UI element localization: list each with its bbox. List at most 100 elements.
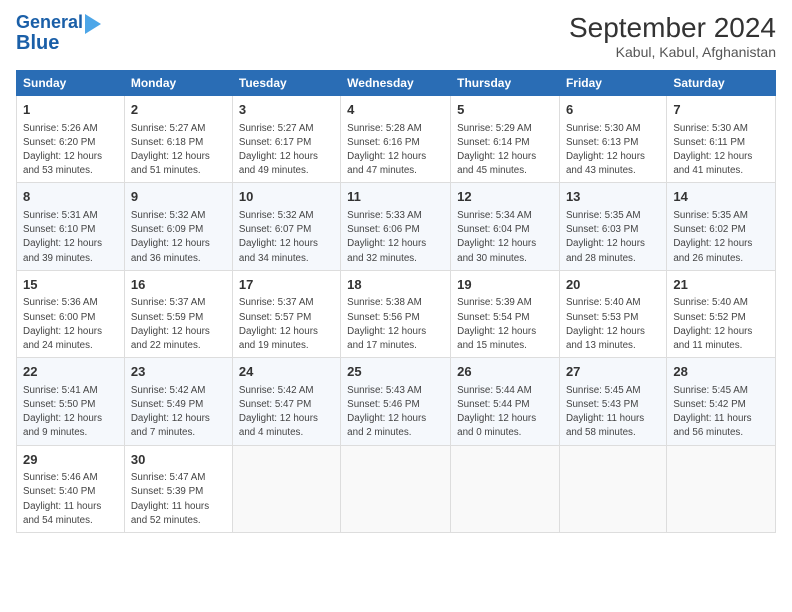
calendar-title: September 2024 [569, 12, 776, 44]
week-row-3: 15 Sunrise: 5:36 AMSunset: 6:00 PMDayligh… [17, 270, 776, 357]
day-number: 9 [131, 188, 226, 206]
day-number: 30 [131, 451, 226, 469]
day-number: 10 [239, 188, 334, 206]
day-number: 15 [23, 276, 118, 294]
day-cell [232, 445, 340, 532]
day-number: 4 [347, 101, 444, 119]
day-cell: 17 Sunrise: 5:37 AMSunset: 5:57 PMDayligh… [232, 270, 340, 357]
weekday-wednesday: Wednesday [341, 71, 451, 96]
day-info: Sunrise: 5:43 AMSunset: 5:46 PMDaylight:… [347, 385, 426, 439]
day-info: Sunrise: 5:40 AMSunset: 5:53 PMDaylight:… [566, 297, 645, 351]
day-number: 27 [566, 363, 660, 381]
day-number: 7 [673, 101, 769, 119]
day-cell: 19 Sunrise: 5:39 AMSunset: 5:54 PMDayligh… [451, 270, 560, 357]
weekday-sunday: Sunday [17, 71, 125, 96]
day-info: Sunrise: 5:37 AMSunset: 5:57 PMDaylight:… [239, 297, 318, 351]
day-cell: 2Sunrise: 5:27 AMSunset: 6:18 PMDaylight… [124, 96, 232, 183]
week-row-4: 22 Sunrise: 5:41 AMSunset: 5:50 PMDayligh… [17, 358, 776, 445]
day-number: 18 [347, 276, 444, 294]
day-info: Sunrise: 5:37 AMSunset: 5:59 PMDaylight:… [131, 297, 210, 351]
day-number: 17 [239, 276, 334, 294]
day-info: Sunrise: 5:42 AMSunset: 5:49 PMDaylight:… [131, 385, 210, 439]
calendar-table: SundayMondayTuesdayWednesdayThursdayFrid… [16, 70, 776, 533]
day-number: 5 [457, 101, 553, 119]
day-info: Sunrise: 5:33 AMSunset: 6:06 PMDaylight:… [347, 210, 426, 264]
day-number: 28 [673, 363, 769, 381]
day-info: Sunrise: 5:38 AMSunset: 5:56 PMDaylight:… [347, 297, 426, 351]
day-cell: 6 Sunrise: 5:30 AMSunset: 6:13 PMDaylight… [559, 96, 666, 183]
week-row-2: 8Sunrise: 5:31 AMSunset: 6:10 PMDaylight… [17, 183, 776, 270]
day-number: 26 [457, 363, 553, 381]
weekday-header-row: SundayMondayTuesdayWednesdayThursdayFrid… [17, 71, 776, 96]
day-info: Sunrise: 5:41 AMSunset: 5:50 PMDaylight:… [23, 385, 102, 439]
day-info: Sunrise: 5:29 AMSunset: 6:14 PMDaylight:… [457, 123, 536, 177]
day-cell: 14Sunrise: 5:35 AMSunset: 6:02 PMDayligh… [667, 183, 776, 270]
day-info: Sunrise: 5:36 AMSunset: 6:00 PMDaylight:… [23, 297, 102, 351]
day-number: 22 [23, 363, 118, 381]
day-cell: 26 Sunrise: 5:44 AMSunset: 5:44 PMDayligh… [451, 358, 560, 445]
week-row-1: 1 Sunrise: 5:26 AMSunset: 6:20 PMDaylight… [17, 96, 776, 183]
day-cell [451, 445, 560, 532]
day-info: Sunrise: 5:45 AMSunset: 5:43 PMDaylight:… [566, 385, 644, 439]
day-cell [667, 445, 776, 532]
week-row-5: 29Sunrise: 5:46 AMSunset: 5:40 PMDayligh… [17, 445, 776, 532]
day-number: 13 [566, 188, 660, 206]
day-number: 12 [457, 188, 553, 206]
day-info: Sunrise: 5:44 AMSunset: 5:44 PMDaylight:… [457, 385, 536, 439]
weekday-monday: Monday [124, 71, 232, 96]
day-number: 23 [131, 363, 226, 381]
day-cell: 3Sunrise: 5:27 AMSunset: 6:17 PMDaylight… [232, 96, 340, 183]
day-cell: 24 Sunrise: 5:42 AMSunset: 5:47 PMDayligh… [232, 358, 340, 445]
day-cell: 30Sunrise: 5:47 AMSunset: 5:39 PMDayligh… [124, 445, 232, 532]
header: General Blue September 2024 Kabul, Kabul… [16, 12, 776, 60]
day-cell: 12 Sunrise: 5:34 AMSunset: 6:04 PMDayligh… [451, 183, 560, 270]
day-cell: 4 Sunrise: 5:28 AMSunset: 6:16 PMDaylight… [341, 96, 451, 183]
day-info: Sunrise: 5:30 AMSunset: 6:13 PMDaylight:… [566, 123, 645, 177]
day-cell: 15 Sunrise: 5:36 AMSunset: 6:00 PMDayligh… [17, 270, 125, 357]
page: General Blue September 2024 Kabul, Kabul… [0, 0, 792, 541]
day-info: Sunrise: 5:26 AMSunset: 6:20 PMDaylight:… [23, 123, 102, 177]
day-cell: 28 Sunrise: 5:45 AMSunset: 5:42 PMDayligh… [667, 358, 776, 445]
day-info: Sunrise: 5:28 AMSunset: 6:16 PMDaylight:… [347, 123, 426, 177]
day-cell: 9 Sunrise: 5:32 AMSunset: 6:09 PMDaylight… [124, 183, 232, 270]
day-cell: 5 Sunrise: 5:29 AMSunset: 6:14 PMDaylight… [451, 96, 560, 183]
day-info: Sunrise: 5:46 AMSunset: 5:40 PMDaylight:… [23, 472, 101, 526]
logo: General Blue [16, 12, 101, 54]
day-cell: 7Sunrise: 5:30 AMSunset: 6:11 PMDaylight… [667, 96, 776, 183]
logo-text: General Blue [16, 12, 101, 54]
day-number: 24 [239, 363, 334, 381]
day-number: 11 [347, 188, 444, 206]
day-info: Sunrise: 5:40 AMSunset: 5:52 PMDaylight:… [673, 297, 752, 351]
day-cell: 27 Sunrise: 5:45 AMSunset: 5:43 PMDayligh… [559, 358, 666, 445]
day-number: 25 [347, 363, 444, 381]
day-cell: 10 Sunrise: 5:32 AMSunset: 6:07 PMDayligh… [232, 183, 340, 270]
weekday-friday: Friday [559, 71, 666, 96]
day-info: Sunrise: 5:35 AMSunset: 6:02 PMDaylight:… [673, 210, 752, 264]
day-info: Sunrise: 5:27 AMSunset: 6:18 PMDaylight:… [131, 123, 210, 177]
day-cell: 11 Sunrise: 5:33 AMSunset: 6:06 PMDayligh… [341, 183, 451, 270]
day-cell: 20 Sunrise: 5:40 AMSunset: 5:53 PMDayligh… [559, 270, 666, 357]
day-info: Sunrise: 5:42 AMSunset: 5:47 PMDaylight:… [239, 385, 318, 439]
day-cell [341, 445, 451, 532]
day-cell: 29Sunrise: 5:46 AMSunset: 5:40 PMDayligh… [17, 445, 125, 532]
day-info: Sunrise: 5:35 AMSunset: 6:03 PMDaylight:… [566, 210, 645, 264]
day-number: 1 [23, 101, 118, 119]
weekday-saturday: Saturday [667, 71, 776, 96]
day-number: 20 [566, 276, 660, 294]
day-cell: 8Sunrise: 5:31 AMSunset: 6:10 PMDaylight… [17, 183, 125, 270]
day-cell: 22 Sunrise: 5:41 AMSunset: 5:50 PMDayligh… [17, 358, 125, 445]
day-info: Sunrise: 5:39 AMSunset: 5:54 PMDaylight:… [457, 297, 536, 351]
day-info: Sunrise: 5:34 AMSunset: 6:04 PMDaylight:… [457, 210, 536, 264]
weekday-thursday: Thursday [451, 71, 560, 96]
day-info: Sunrise: 5:32 AMSunset: 6:07 PMDaylight:… [239, 210, 318, 264]
day-cell: 23 Sunrise: 5:42 AMSunset: 5:49 PMDayligh… [124, 358, 232, 445]
day-number: 6 [566, 101, 660, 119]
day-number: 19 [457, 276, 553, 294]
title-block: September 2024 Kabul, Kabul, Afghanistan [569, 12, 776, 60]
day-info: Sunrise: 5:32 AMSunset: 6:09 PMDaylight:… [131, 210, 210, 264]
day-cell: 1 Sunrise: 5:26 AMSunset: 6:20 PMDaylight… [17, 96, 125, 183]
day-number: 3 [239, 101, 334, 119]
day-cell [559, 445, 666, 532]
day-info: Sunrise: 5:45 AMSunset: 5:42 PMDaylight:… [673, 385, 751, 439]
calendar-subtitle: Kabul, Kabul, Afghanistan [569, 44, 776, 60]
